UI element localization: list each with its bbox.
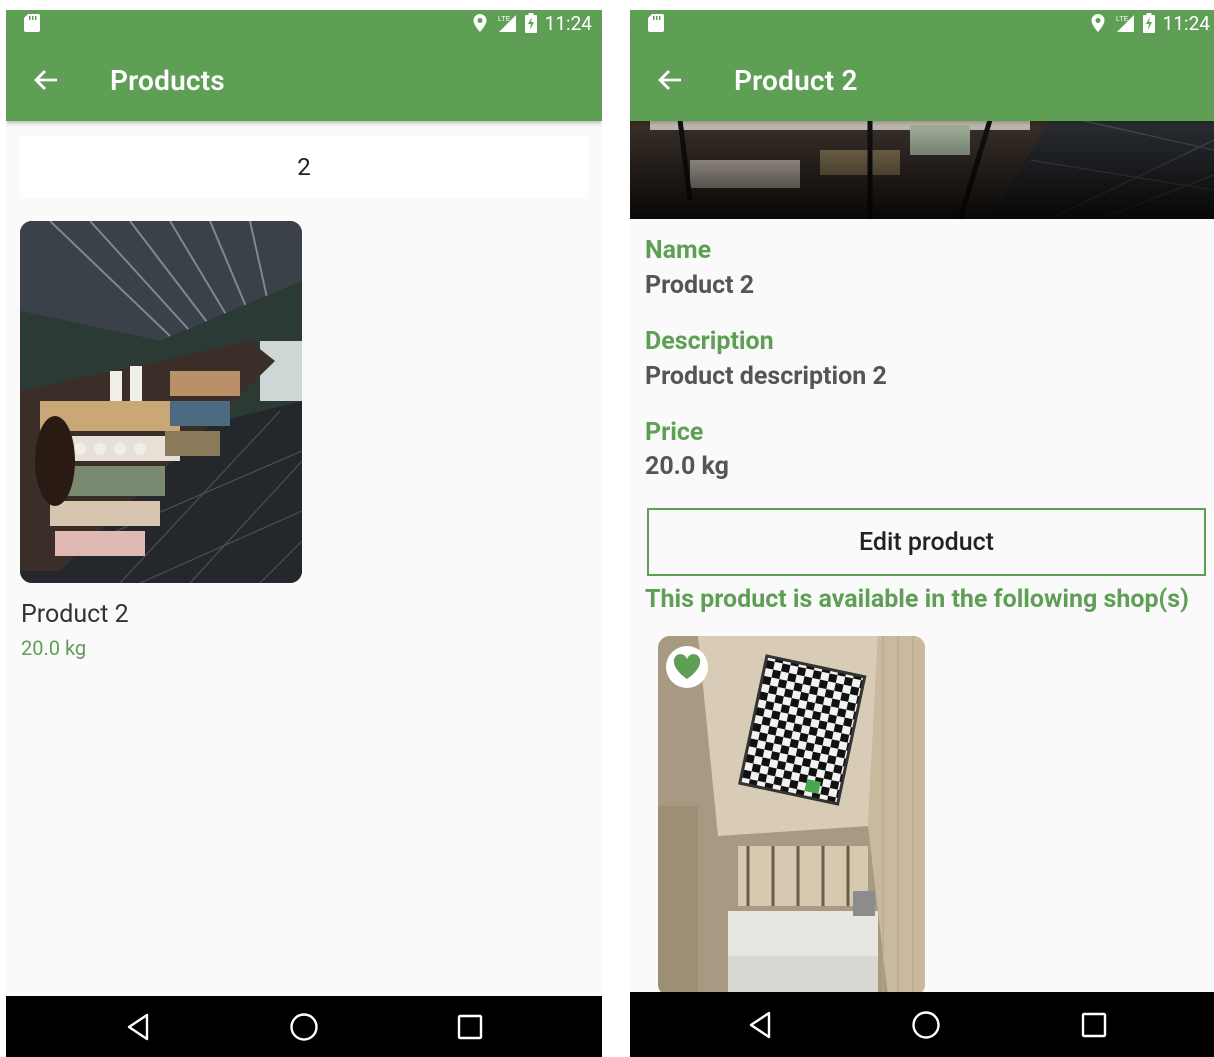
battery-charging-icon [1142, 13, 1155, 33]
store-photo [20, 221, 302, 583]
status-bar: LTE 11:24 [6, 10, 602, 36]
description-label: Description [645, 327, 774, 356]
lte-signal-icon: LTE [1116, 15, 1134, 32]
nav-home-icon [912, 1010, 940, 1039]
name-value: Product 2 [645, 271, 755, 300]
favorite-button[interactable] [666, 646, 708, 688]
nav-home-icon [290, 1012, 318, 1041]
edit-product-button[interactable]: Edit product [647, 508, 1206, 576]
system-nav-bar [6, 996, 602, 1057]
nav-back-icon [749, 1011, 771, 1038]
product-card-image[interactable] [20, 221, 302, 583]
description-value: Product description 2 [645, 362, 887, 391]
nav-recents-icon [1081, 1012, 1107, 1037]
availability-heading: This product is available in the followi… [645, 585, 1189, 614]
system-nav-bar [630, 992, 1214, 1057]
back-button[interactable] [652, 62, 688, 98]
battery-charging-icon [524, 13, 537, 33]
product-detail-screen: LTE 11:24 Product 2 Name Product 2 Descr… [630, 10, 1214, 1057]
product-price: 20.0 kg [21, 636, 87, 660]
product-name[interactable]: Product 2 [21, 600, 129, 629]
app-bar: Products [6, 36, 602, 121]
location-icon [473, 14, 487, 32]
sd-card-icon [648, 14, 664, 32]
back-arrow-icon [658, 70, 681, 90]
nav-back-icon [127, 1013, 149, 1040]
lte-signal-icon: LTE [498, 15, 516, 32]
nav-home-button[interactable] [274, 996, 334, 1057]
nav-recents-button[interactable] [1064, 992, 1124, 1057]
svg-text:LTE: LTE [1116, 16, 1129, 23]
heart-icon [673, 654, 701, 679]
store-photo-crop [630, 120, 1214, 219]
back-arrow-icon [34, 70, 57, 90]
shop-card[interactable] [658, 636, 925, 996]
app-bar: Product 2 [630, 36, 1214, 121]
svg-text:LTE: LTE [498, 16, 511, 23]
sd-card-icon [24, 14, 40, 32]
clock: 11:24 [544, 11, 592, 35]
back-button[interactable] [28, 62, 64, 98]
page-title: Product 2 [734, 64, 858, 97]
nav-recents-icon [457, 1014, 483, 1039]
shop-photo [658, 636, 925, 996]
location-icon [1091, 14, 1105, 32]
search-input[interactable]: 2 [20, 136, 588, 198]
products-screen: LTE 11:24 Products 2 Product 2 20.0 kg [6, 10, 602, 1057]
price-value: 20.0 kg [645, 452, 729, 481]
clock: 11:24 [1162, 11, 1210, 35]
nav-recents-button[interactable] [440, 996, 500, 1057]
price-label: Price [645, 418, 704, 447]
nav-back-button[interactable] [730, 992, 790, 1057]
nav-back-button[interactable] [108, 996, 168, 1057]
page-title: Products [110, 64, 225, 97]
name-label: Name [645, 236, 712, 265]
nav-home-button[interactable] [896, 992, 956, 1057]
product-header-image [630, 120, 1214, 219]
status-bar: LTE 11:24 [630, 10, 1214, 36]
